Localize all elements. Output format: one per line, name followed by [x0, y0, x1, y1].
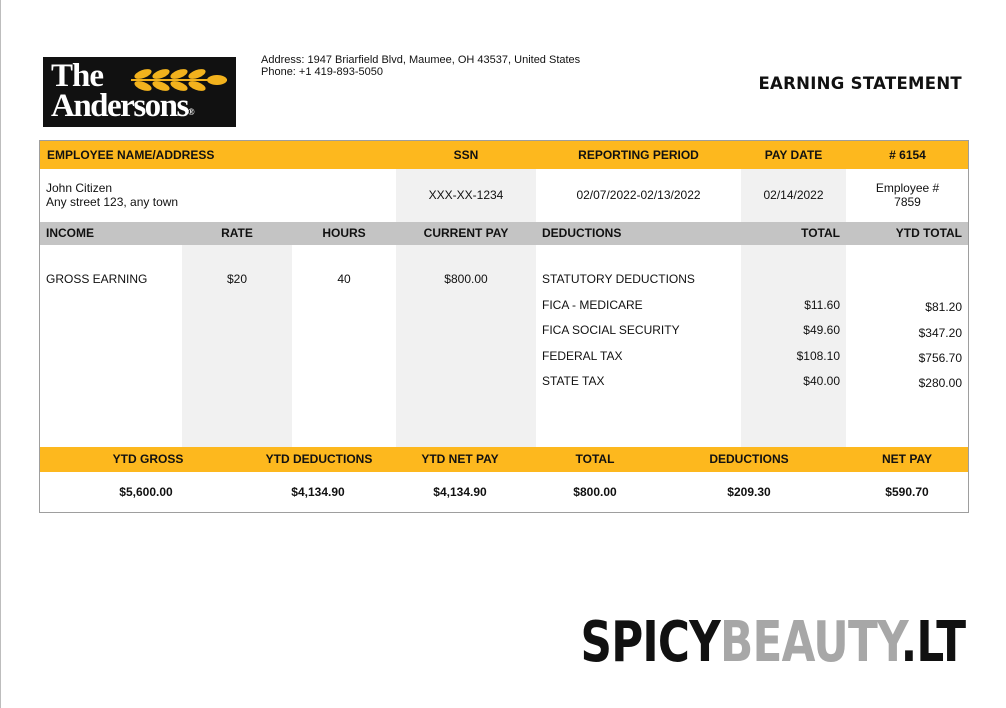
ytd-net-pay-label: YTD NET PAY: [421, 452, 499, 466]
company-logo: The Andersons®: [43, 57, 236, 127]
employee-number-value: 7859: [894, 195, 921, 209]
pay-date-header: PAY DATE: [764, 148, 823, 162]
ytd-net-pay-value: $4,134.90: [433, 485, 487, 499]
employee-name-header: EMPLOYEE NAME/ADDRESS: [47, 148, 215, 162]
registered-mark: ®: [187, 107, 195, 117]
ytd-gross-value: $5,600.00: [119, 485, 173, 499]
ytd-deductions-value: $4,134.90: [291, 485, 345, 499]
ssn-value: XXX-XX-1234: [428, 188, 504, 202]
deductions-label: DEDUCTIONS: [709, 452, 789, 466]
rate-header: RATE: [221, 226, 253, 240]
employee-address: Any street 123, any town: [46, 195, 179, 209]
ssn-header: SSN: [453, 148, 479, 162]
current-pay-header: CURRENT PAY: [423, 226, 509, 240]
statutory-deductions-label: STATUTORY DEDUCTIONS: [542, 272, 695, 286]
company-address: Address: 1947 Briarfield Blvd, Maumee, O…: [261, 54, 581, 66]
ytd-gross-label: YTD GROSS: [112, 452, 184, 466]
deduction-ytd: $280.00: [918, 376, 962, 390]
employee-name: John Citizen: [46, 181, 113, 195]
deduction-name: FICA SOCIAL SECURITY: [542, 323, 680, 337]
deduction-ytd: $756.70: [918, 351, 962, 365]
total-label: TOTAL: [575, 452, 615, 466]
hours-header: HOURS: [322, 226, 366, 240]
reporting-period-value: 02/07/2022-02/13/2022: [576, 188, 701, 202]
page-left-border: [0, 0, 1, 708]
watermark-part-beauty: BEAUTY: [719, 610, 901, 675]
company-contact: Address: 1947 Briarfield Blvd, Maumee, O…: [261, 54, 580, 78]
deduction-total: $40.00: [803, 374, 840, 388]
pay-date-value: 02/14/2022: [763, 188, 824, 202]
document-title: EARNING STATEMENT: [758, 74, 962, 93]
income-hours: 40: [337, 272, 351, 286]
company-phone: Phone: +1 419-893-5050: [261, 66, 384, 78]
deduction-total: $49.60: [803, 323, 840, 337]
total-header: TOTAL: [801, 226, 840, 240]
earning-statement-table: EMPLOYEE NAME/ADDRESS SSN REPORTING PERI…: [39, 140, 969, 513]
deduction-name: FEDERAL TAX: [542, 349, 623, 363]
logo-word: Andersons: [51, 88, 189, 124]
ytd-deductions-label: YTD DEDUCTIONS: [265, 452, 373, 466]
deduction-name: STATE TAX: [542, 374, 605, 388]
income-rate: $20: [226, 272, 248, 286]
watermark-part-lt: .LT: [900, 610, 965, 675]
employee-number-label: Employee #: [875, 181, 940, 195]
deductions-value: $209.30: [727, 485, 771, 499]
income-current-pay: $800.00: [444, 272, 488, 286]
total-column-bg: [741, 245, 846, 447]
deduction-name: FICA - MEDICARE: [542, 298, 643, 312]
ytd-total-header: YTD TOTAL: [895, 226, 962, 240]
watermark-part-spicy: SPICY: [580, 610, 720, 675]
income-header: INCOME: [46, 226, 94, 240]
deduction-total: $11.60: [804, 298, 840, 312]
deduction-ytd: $347.20: [918, 326, 962, 340]
watermark-logo: SPICYBEAUTY.LT: [580, 610, 966, 675]
deduction-total: $108.10: [796, 349, 840, 363]
income-label: GROSS EARNING: [46, 272, 148, 286]
net-pay-value: $590.70: [885, 485, 929, 499]
deduction-ytd: $81.20: [925, 300, 962, 314]
reporting-period-header: REPORTING PERIOD: [578, 148, 699, 162]
net-pay-label: NET PAY: [881, 452, 932, 466]
total-value: $800.00: [573, 485, 617, 499]
deductions-header: DEDUCTIONS: [542, 226, 622, 240]
logo-text-andersons: Andersons®: [51, 88, 195, 124]
statement-number: # 6154: [889, 148, 926, 162]
